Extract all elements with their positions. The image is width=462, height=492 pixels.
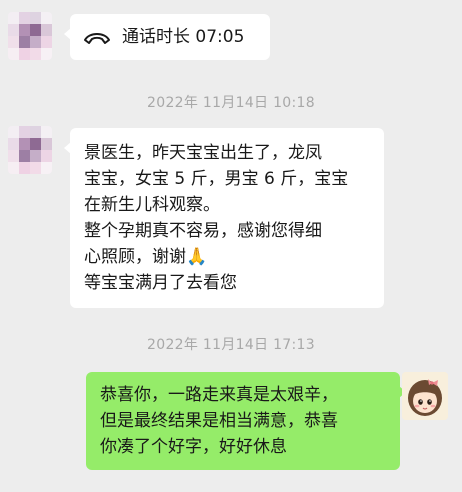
contact-avatar[interactable] <box>8 126 52 174</box>
message-line: 你凑了个好字，好好休息 <box>100 437 287 457</box>
message-line: 恭喜你，一路走来真是太艰辛， <box>100 385 338 405</box>
blurred-avatar-icon <box>8 126 52 174</box>
message-line: 等宝宝满月了去看您 <box>84 273 237 293</box>
message-line: 宝宝，女宝 5 斤，男宝 6 斤，宝宝 <box>84 169 349 189</box>
message-line: 心照顾，谢谢 <box>84 247 186 267</box>
incoming-message-bubble[interactable]: 景医生，昨天宝宝出生了，龙凤 宝宝，女宝 5 斤，男宝 6 斤，宝宝 在新生儿科… <box>64 128 384 308</box>
cartoon-girl-avatar-icon <box>402 372 448 420</box>
message-line: 但是最终结果是相当满意，恭喜 <box>100 411 338 431</box>
my-avatar[interactable] <box>402 372 448 420</box>
message-timestamp: 2022年 11月14日 10:18 <box>147 95 315 111</box>
message-line: 在新生儿科观察。 <box>84 195 220 215</box>
message-line-with-emoji: 心照顾，谢谢🙏 <box>84 244 370 270</box>
blurred-avatar-icon <box>8 12 52 60</box>
outgoing-message-bubble[interactable]: 恭喜你，一路走来真是太艰辛， 但是最终结果是相当满意，恭喜 你凑了个好字，好好休… <box>86 372 406 470</box>
phone-hangup-icon <box>82 27 112 47</box>
praying-hands-icon: 🙏 <box>186 247 208 267</box>
message-line: 整个孕期真不容易，感谢您得细 <box>84 221 322 241</box>
message-line: 景医生，昨天宝宝出生了，龙凤 <box>84 143 322 163</box>
contact-avatar[interactable] <box>8 12 52 60</box>
call-duration-label: 通话时长 07:05 <box>122 27 245 47</box>
message-timestamp: 2022年 11月14日 17:13 <box>147 337 315 353</box>
call-duration-bubble[interactable]: 通话时长 07:05 <box>64 14 270 60</box>
